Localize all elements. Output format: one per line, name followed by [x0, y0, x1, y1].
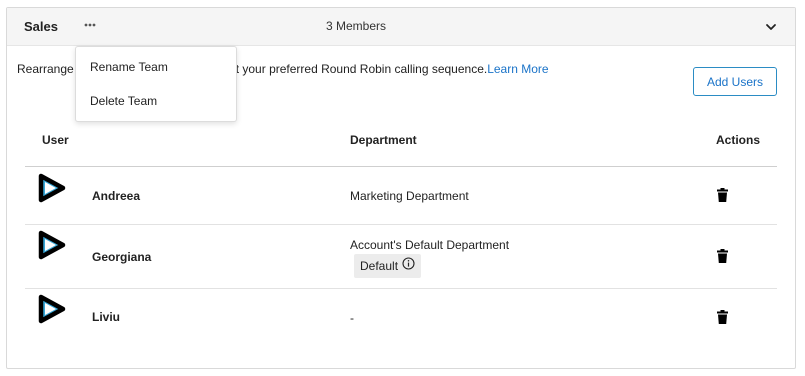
trash-icon[interactable] — [717, 249, 728, 263]
play-icon — [34, 171, 68, 205]
description-text-end: to set your preferred Round Robin callin… — [209, 62, 488, 76]
default-badge: Default — [354, 254, 422, 278]
user-name: Liviu — [92, 310, 121, 324]
play-icon — [34, 228, 68, 262]
chevron-down-icon[interactable] — [764, 21, 778, 33]
row-divider — [25, 288, 777, 289]
column-header-department: Department — [350, 133, 417, 147]
add-users-button[interactable]: Add Users — [693, 67, 777, 96]
user-name: Andreea — [92, 189, 141, 203]
team-name: Sales — [24, 19, 58, 34]
trash-icon[interactable] — [717, 310, 728, 324]
header-divider — [25, 166, 777, 167]
description-text-start: Rearrange — [17, 62, 74, 76]
column-header-actions: Actions — [716, 133, 761, 147]
delete-team-item[interactable]: Delete Team — [90, 94, 157, 108]
trash-icon[interactable] — [717, 188, 728, 202]
rename-team-item[interactable]: Rename Team — [90, 60, 168, 74]
members-count: 3 Members — [326, 19, 387, 33]
more-options-icon[interactable] — [83, 17, 97, 33]
play-icon — [34, 292, 68, 326]
learn-more-link[interactable]: Learn More — [487, 62, 548, 76]
team-options-menu: Rename Team Delete Team — [75, 46, 237, 122]
badge-label: Default — [360, 259, 399, 273]
department-name: - — [350, 311, 354, 325]
team-header[interactable]: Sales 3 Members — [7, 8, 795, 46]
user-name: Georgiana — [92, 250, 152, 264]
column-header-user: User — [42, 133, 69, 147]
department-name: Marketing Department — [350, 189, 469, 203]
row-divider — [25, 224, 777, 225]
info-icon — [402, 254, 415, 278]
department-name: Account's Default Department — [350, 238, 510, 252]
